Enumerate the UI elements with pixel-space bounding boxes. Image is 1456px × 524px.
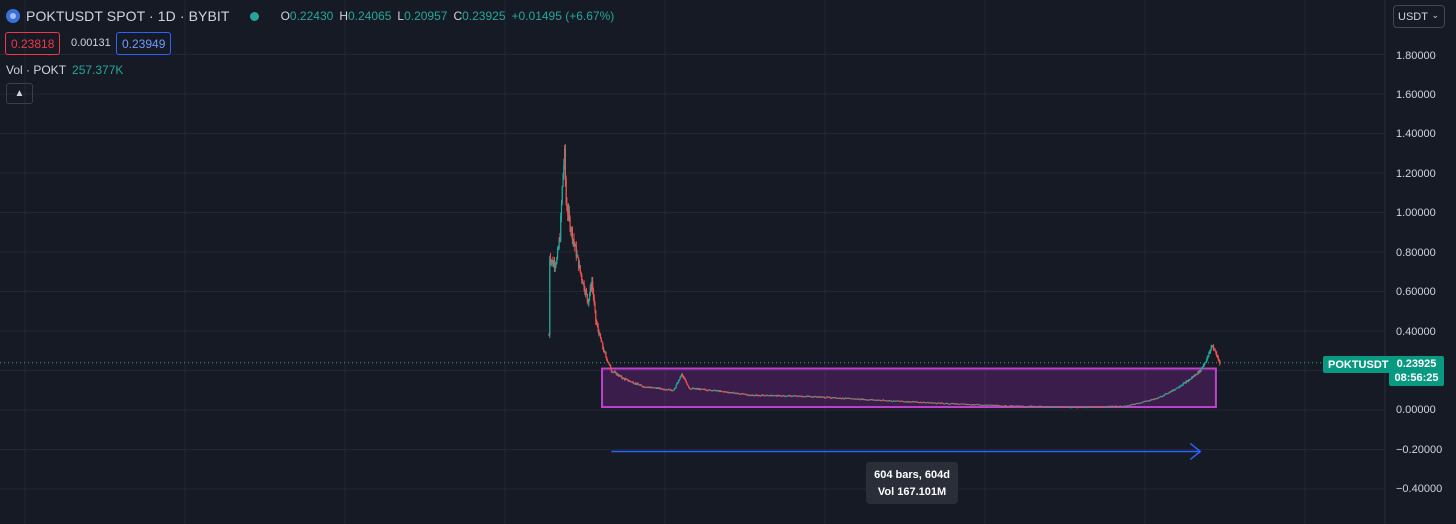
volume-legend[interactable]: Vol · POKT 257.377K xyxy=(6,63,123,77)
price-axis-label: −0.40000 xyxy=(1396,483,1443,495)
price-axis-label: 0.80000 xyxy=(1396,247,1436,259)
last-price-label: 0.23925 08:56:25 xyxy=(1389,356,1444,386)
measure-volume: Vol 167.101M xyxy=(877,485,947,498)
price-axis-label: 0.60000 xyxy=(1396,286,1436,298)
candle-body xyxy=(1044,406,1046,408)
chevron-down-icon: ⌄ xyxy=(1431,10,1439,20)
candle-body xyxy=(556,249,559,259)
candle-body xyxy=(585,290,588,294)
ohlc-values: O0.22430 H0.24065 L0.20957 C0.23925 +0.0… xyxy=(281,9,615,23)
symbol-price-label: POKTUSDT xyxy=(1323,356,1394,373)
price-axis-label: 0.40000 xyxy=(1396,326,1436,338)
price-axis-label: 1.20000 xyxy=(1396,168,1436,180)
candle-body xyxy=(564,148,566,179)
candle-body xyxy=(1204,362,1206,364)
collapse-legend-button[interactable]: ▲ xyxy=(6,83,33,104)
price-axis-label: 1.60000 xyxy=(1396,89,1436,101)
buy-price-button[interactable]: 0.23949 xyxy=(116,32,172,55)
sell-price-button[interactable]: 0.23818 xyxy=(5,32,61,55)
low-value: 0.20957 xyxy=(404,9,448,23)
candle-body xyxy=(688,385,690,388)
candle-body xyxy=(594,303,596,311)
candle-body xyxy=(675,385,677,388)
spread-value: 0.00131 xyxy=(71,36,111,49)
candle-body xyxy=(842,397,844,399)
candle-body xyxy=(577,255,579,258)
close-value: 0.23925 xyxy=(462,9,506,23)
change-value: +0.01495 (+6.67%) xyxy=(511,9,615,23)
candle-body xyxy=(1188,380,1190,382)
candle-body xyxy=(1219,361,1221,364)
candle-body xyxy=(1050,406,1052,408)
currency-select[interactable]: USDT ⌄ xyxy=(1393,5,1445,28)
measure-bars: 604 bars, 604d xyxy=(874,468,950,481)
market-status-icon[interactable] xyxy=(249,11,259,21)
chevron-up-icon: ▲ xyxy=(14,88,25,99)
candle-body xyxy=(686,382,688,385)
last-price-value: 0.23925 xyxy=(1396,358,1437,370)
currency-value: USDT xyxy=(1398,10,1428,23)
candle-body xyxy=(571,228,573,241)
candle-body xyxy=(673,389,675,391)
volume-label: Vol · POKT xyxy=(6,63,67,77)
price-axis-label: −0.20000 xyxy=(1396,444,1443,456)
chart-header: POKTUSDT SPOT · 1D · BYBIT O0.22430 H0.2… xyxy=(6,6,614,26)
candle-body xyxy=(1069,406,1071,408)
price-axis-label: 1.80000 xyxy=(1396,50,1436,62)
open-value: 0.22430 xyxy=(289,9,334,23)
volume-value: 257.377K xyxy=(72,63,124,77)
price-axis-label: 1.00000 xyxy=(1396,207,1436,219)
high-value: 0.24065 xyxy=(347,9,392,23)
measure-tooltip: 604 bars, 604d Vol 167.101M xyxy=(866,462,958,504)
candle-body xyxy=(605,353,607,357)
candle-body xyxy=(1175,388,1177,390)
high-label: H xyxy=(339,9,348,23)
price-axis-label: 0.00000 xyxy=(1396,404,1436,416)
bar-countdown: 08:56:25 xyxy=(1394,372,1439,384)
candle-body xyxy=(688,387,690,389)
candle-body xyxy=(579,265,581,272)
open-label: O xyxy=(280,9,290,23)
symbol-logo-icon xyxy=(6,9,20,23)
candle-body xyxy=(586,293,588,300)
close-label: C xyxy=(453,9,463,23)
candle-body xyxy=(606,359,609,362)
candle-body xyxy=(1005,405,1007,407)
price-axis-label: 1.40000 xyxy=(1396,128,1436,140)
candle-body xyxy=(561,186,563,204)
symbol-title[interactable]: POKTUSDT SPOT · 1D · BYBIT xyxy=(26,8,230,24)
chart-area[interactable] xyxy=(0,0,1456,524)
candle-body xyxy=(549,258,551,335)
candle-body xyxy=(1106,406,1109,408)
